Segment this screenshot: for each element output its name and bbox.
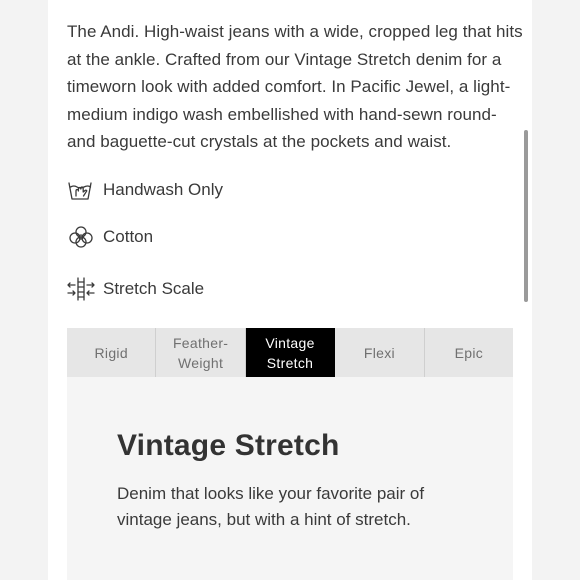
feature-cotton: Cotton: [67, 223, 153, 251]
feature-stretch-scale: Stretch Scale: [67, 275, 204, 303]
stretch-scale-icon: [67, 275, 97, 303]
product-description: The Andi. High-waist jeans with a wide, …: [67, 22, 523, 151]
cotton-icon: [67, 223, 97, 251]
tab-rigid[interactable]: Rigid: [67, 328, 157, 377]
feature-label: Cotton: [103, 227, 154, 246]
scrollbar-thumb[interactable]: [524, 130, 528, 302]
product-details-panel: The Andi. High-waist jeans with a wide, …: [48, 0, 532, 580]
stretch-detail-panel: Vintage Stretch Denim that looks like yo…: [67, 377, 513, 580]
handwash-icon: [67, 176, 97, 204]
tab-feather-weight[interactable]: Feather- Weight: [156, 328, 246, 377]
feature-label: Handwash Only: [103, 180, 224, 199]
tab-epic[interactable]: Epic: [425, 328, 513, 377]
tab-vintage-stretch[interactable]: Vintage Stretch: [245, 328, 336, 377]
stretch-detail-body: Denim that looks like your favorite pair…: [117, 484, 425, 529]
stretch-tabs: Rigid Feather- Weight Vintage Stretch Fl…: [67, 328, 513, 377]
stretch-detail-title: Vintage Stretch: [117, 429, 340, 462]
feature-handwash: Handwash Only: [67, 176, 223, 204]
tab-flexi[interactable]: Flexi: [335, 328, 425, 377]
feature-label: Stretch Scale: [103, 279, 205, 298]
